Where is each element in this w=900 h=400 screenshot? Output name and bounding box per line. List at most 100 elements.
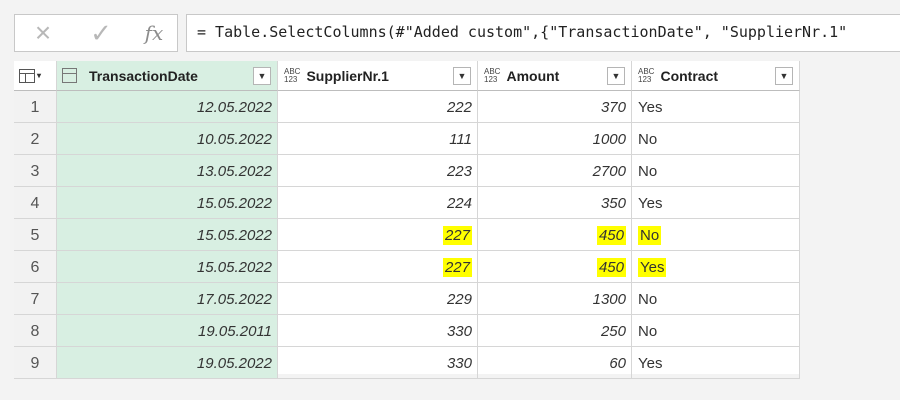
table-row[interactable]: 4 15.05.2022 224 350 Yes [14,187,800,219]
chevron-down-icon: ▾ [37,71,42,80]
cell-contract[interactable]: No [632,219,800,251]
cell-suppliernr-value: 111 [449,131,472,148]
row-number[interactable]: 8 [14,315,57,347]
column-header-amount[interactable]: ABC 123 Amount ▼ [478,61,632,91]
cell-suppliernr[interactable]: 227 [278,219,478,251]
cell-transactiondate[interactable]: 12.05.2022 [57,91,278,123]
cell-transactiondate[interactable]: 15.05.2022 [57,251,278,283]
table-row[interactable]: 7 17.05.2022 229 1300 No [14,283,800,315]
table-row[interactable]: 8 19.05.2011 330 250 No [14,315,800,347]
cell-contract-value: No [638,291,658,308]
row-number-value: 4 [30,195,40,212]
row-number-value: 9 [30,355,40,372]
cell-amount-value: 350 [600,195,626,212]
commit-icon[interactable]: ✓ [79,15,123,51]
cell-amount-value: 450 [596,226,626,245]
row-number[interactable]: 4 [14,187,57,219]
cell-transactiondate-value: 19.05.2011 [198,323,272,340]
cell-transactiondate-value: 10.05.2022 [196,131,272,148]
cell-amount[interactable]: 450 [478,251,632,283]
table-row[interactable]: 9 19.05.2022 330 60 Yes [14,347,800,379]
cell-suppliernr[interactable]: 111 [278,123,478,155]
column-label: Amount [506,67,560,84]
cell-contract[interactable]: No [632,155,800,187]
cell-amount-value: 250 [600,323,626,340]
formula-bar: × ✓ fx = Table.SelectColumns(#"Added cus… [14,14,900,52]
cell-transactiondate-value: 13.05.2022 [196,163,272,180]
cell-contract[interactable]: Yes [632,347,800,379]
column-header-transactiondate[interactable]: TransactionDate ▼ [57,61,278,91]
row-number[interactable]: 5 [14,219,57,251]
row-number-value: 8 [30,323,40,340]
cell-contract-value: No [638,323,658,340]
cell-transactiondate[interactable]: 13.05.2022 [57,155,278,187]
date-type-icon [62,68,77,83]
cell-amount-value: 1000 [592,131,626,148]
cancel-icon[interactable]: × [21,15,65,51]
row-number-value: 2 [30,131,40,148]
cell-transactiondate[interactable]: 19.05.2022 [57,347,278,379]
cell-suppliernr[interactable]: 223 [278,155,478,187]
formula-input[interactable]: = Table.SelectColumns(#"Added custom",{"… [186,14,900,52]
cell-suppliernr[interactable]: 222 [278,91,478,123]
filter-dropdown-button[interactable]: ▼ [253,66,271,85]
filter-dropdown-button[interactable]: ▼ [775,66,793,85]
cell-contract[interactable]: No [632,315,800,347]
cell-contract[interactable]: Yes [632,251,800,283]
cell-amount[interactable]: 370 [478,91,632,123]
cell-amount[interactable]: 1300 [478,283,632,315]
cell-contract-value: No [638,226,662,245]
cell-amount[interactable]: 250 [478,315,632,347]
table-row[interactable]: 3 13.05.2022 223 2700 No [14,155,800,187]
row-number[interactable]: 9 [14,347,57,379]
cell-suppliernr[interactable]: 229 [278,283,478,315]
cell-contract[interactable]: Yes [632,187,800,219]
cell-contract[interactable]: No [632,283,800,315]
cell-amount-value: 450 [596,258,626,277]
cell-amount[interactable]: 450 [478,219,632,251]
cell-transactiondate[interactable]: 19.05.2011 [57,315,278,347]
cell-transactiondate[interactable]: 10.05.2022 [57,123,278,155]
row-number[interactable]: 6 [14,251,57,283]
row-number[interactable]: 7 [14,283,57,315]
table-icon [19,68,35,83]
table-menu-button[interactable]: ▾ [14,61,57,91]
filter-dropdown-button[interactable]: ▼ [453,66,471,85]
cell-amount[interactable]: 60 [478,347,632,379]
row-number[interactable]: 3 [14,155,57,187]
cell-amount[interactable]: 2700 [478,155,632,187]
row-number[interactable]: 2 [14,123,57,155]
cell-transactiondate[interactable]: 17.05.2022 [57,283,278,315]
cell-transactiondate[interactable]: 15.05.2022 [57,187,278,219]
any-type-icon: ABC 123 [638,66,655,84]
fx-icon[interactable]: fx [133,15,175,51]
cell-suppliernr-value: 224 [446,195,472,212]
row-number[interactable]: 1 [14,91,57,123]
row-number-value: 6 [30,259,40,276]
table-row[interactable]: 2 10.05.2022 111 1000 No [14,123,800,155]
cell-transactiondate[interactable]: 15.05.2022 [57,219,278,251]
cell-suppliernr-value: 229 [446,291,472,308]
cell-transactiondate-value: 17.05.2022 [196,291,272,308]
table-row[interactable]: 5 15.05.2022 227 450 No [14,219,800,251]
cell-suppliernr[interactable]: 227 [278,251,478,283]
row-number-value: 1 [30,99,40,116]
filter-dropdown-button[interactable]: ▼ [607,66,625,85]
cell-suppliernr-value: 330 [446,355,472,372]
cell-suppliernr[interactable]: 224 [278,187,478,219]
column-header-contract[interactable]: ABC 123 Contract ▼ [632,61,800,91]
cell-contract[interactable]: Yes [632,91,800,123]
any-type-icon: ABC 123 [284,66,301,84]
cell-amount[interactable]: 1000 [478,123,632,155]
cell-amount[interactable]: 350 [478,187,632,219]
cell-transactiondate-value: 19.05.2022 [196,355,272,372]
cell-suppliernr[interactable]: 330 [278,347,478,379]
table-row[interactable]: 1 12.05.2022 222 370 Yes [14,91,800,123]
column-header-suppliernr[interactable]: ABC 123 SupplierNr.1 ▼ [278,61,478,91]
any-type-icon: ABC 123 [484,66,501,84]
table-row[interactable]: 6 15.05.2022 227 450 Yes [14,251,800,283]
cell-transactiondate-value: 15.05.2022 [196,227,272,244]
cell-contract[interactable]: No [632,123,800,155]
row-number-value: 5 [30,227,40,244]
cell-suppliernr[interactable]: 330 [278,315,478,347]
